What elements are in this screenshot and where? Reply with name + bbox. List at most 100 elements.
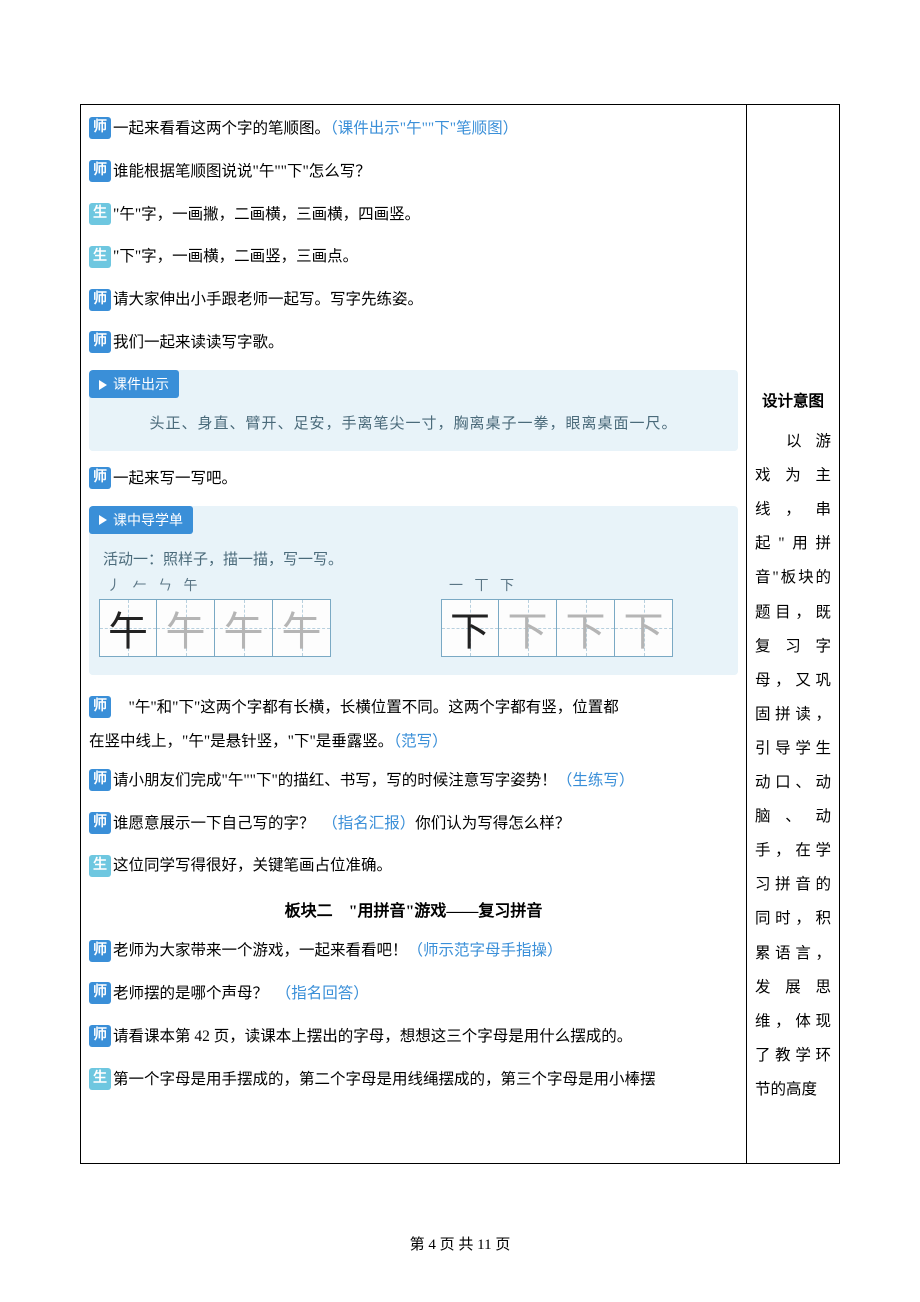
student-line-3: 生这位同学写得很好，关键笔画占位准确。 [89,854,738,879]
panel-head-text: 课件出示 [113,378,169,393]
stroke-group-xia: 一 丅 下 下 下 下 下 [441,575,673,657]
panel-head-text: 课中导学单 [113,514,183,529]
teacher-line-9: 师老师摆的是哪个声母？ （指名回答） [89,982,738,1007]
section-title: 板块二 "用拼音"游戏——复习拼音 [89,897,738,921]
line-text: "下"字，一画横，二画竖，三画点。 [113,248,358,265]
line-text: 请大家伸出小手跟老师一起写。写字先练姿。 [113,291,423,308]
line-text: 谁能根据笔顺图说说"午""下"怎么写？ [113,163,371,180]
tian-cell: 下 [499,599,557,657]
page-current: 4 [428,1237,436,1253]
content-frame: 师一起来看看这两个字的笔顺图。（课件出示"午""下"笔顺图） 师谁能根据笔顺图说… [80,104,840,1164]
stroke-order-hint: 丿 𠂉 ㄣ 午 [107,575,331,595]
practice-char-trace: 下 [566,599,606,657]
line-text: 一起来写一写吧。 [113,470,237,487]
student-tag-icon: 生 [89,1068,111,1090]
practice-char-trace: 午 [282,599,322,657]
stroke-order-hint: 一 丅 下 [449,575,673,595]
inline-note: （师示范字母手指操） [408,942,563,959]
line-text: 你们认为写得怎么样？ [415,815,570,832]
teacher-tag-icon: 师 [89,331,111,353]
tian-cell: 下 [557,599,615,657]
footer-suffix: 页 [492,1237,511,1253]
sidebar-column: 设计意图 以游戏为主线，串起"用拼音"板块的题目，既复习字母，又巩固拼读，引导学… [747,105,839,1163]
footer-middle: 页 共 [436,1237,477,1253]
play-icon [99,515,107,525]
student-line-4: 生第一个字母是用手摆成的，第二个字母是用线绳摆成的，第三个字母是用小棒摆 [89,1068,738,1093]
teacher-tag-icon: 师 [89,1025,111,1047]
tian-cell: 午 [215,599,273,657]
sidebar-body: 以游戏为主线，串起"用拼音"板块的题目，既复习字母，又巩固拼读，引导学生动口、动… [755,425,831,1107]
practice-char-trace: 下 [508,599,548,657]
teacher-tag-icon: 师 [89,812,111,834]
page-container: 师一起来看看这两个字的笔顺图。（课件出示"午""下"笔顺图） 师谁能根据笔顺图说… [0,0,920,1224]
main-column: 师一起来看看这两个字的笔顺图。（课件出示"午""下"笔顺图） 师谁能根据笔顺图说… [81,105,747,1163]
practice-char: 下 [450,599,490,657]
writing-posture-rhyme: 头正、身直、臂开、足安，手离笔尖一寸，胸离桌子一拳，眼离桌面一尺。 [99,412,728,433]
footer-prefix: 第 [410,1237,429,1253]
teacher-line-1: 师一起来看看这两个字的笔顺图。（课件出示"午""下"笔顺图） [89,117,738,142]
line-text: 第一个字母是用手摆成的，第二个字母是用线绳摆成的，第三个字母是用小棒摆 [113,1071,656,1088]
sidebar-title: 设计意图 [755,385,831,419]
line-text: 请看课本第 42 页，读课本上摆出的字母，想想这三个字母是用什么摆成的。 [113,1028,632,1045]
teacher-tag-icon: 师 [89,467,111,489]
para-text: 在竖中线上，"午"是悬针竖，"下"是垂露竖。 [89,733,393,750]
line-text: 老师为大家带来一个游戏，一起来看看吧！ [113,942,408,959]
line-text: 这位同学写得很好，关键笔画占位准确。 [113,857,392,874]
line-text: 老师摆的是哪个声母？ [113,985,284,1002]
teacher-paragraph-1: 师 "午"和"下"这两个字都有长横，长横位置不同。这两个字都有竖，位置都 在竖中… [89,691,738,759]
tian-grid-row: 下 下 下 下 [441,599,673,657]
play-icon [99,380,107,390]
tian-cell: 午 [157,599,215,657]
student-line-2: 生"下"字，一画横，二画竖，三画点。 [89,245,738,270]
tian-cell: 下 [441,599,499,657]
courseware-panel: 课件出示 头正、身直、臂开、足安，手离笔尖一寸，胸离桌子一拳，眼离桌面一尺。 [89,370,738,451]
panel-body: 活动一：照样子，描一描，写一写。 丿 𠂉 ㄣ 午 午 午 午 午 [89,534,738,675]
tian-cell: 午 [99,599,157,657]
tian-cell: 下 [615,599,673,657]
teacher-line-5: 师一起来写一写吧。 [89,467,738,492]
inline-note: （范写） [393,733,447,750]
line-text: 一起来看看这两个字的笔顺图。 [113,120,330,137]
teacher-tag-icon: 师 [89,769,111,791]
tian-cell: 午 [273,599,331,657]
para-text: "午"和"下"这两个字都有长横，长横位置不同。这两个字都有竖，位置都 [113,699,619,716]
inline-note: （指名汇报） [330,815,415,832]
panel-header: 课件出示 [89,370,179,398]
panel-body: 头正、身直、臂开、足安，手离笔尖一寸，胸离桌子一拳，眼离桌面一尺。 [89,398,738,451]
student-tag-icon: 生 [89,855,111,877]
teacher-line-7: 师谁愿意展示一下自己写的字？ （指名汇报）你们认为写得怎么样？ [89,812,738,837]
practice-char-trace: 午 [224,599,264,657]
teacher-line-8: 师老师为大家带来一个游戏，一起来看看吧！（师示范字母手指操） [89,939,738,964]
teacher-tag-icon: 师 [89,289,111,311]
page-total: 11 [477,1237,491,1253]
teacher-line-10: 师请看课本第 42 页，读课本上摆出的字母，想想这三个字母是用什么摆成的。 [89,1025,738,1050]
line-text: 我们一起来读读写字歌。 [113,334,284,351]
inline-note: （指名回答） [284,985,369,1002]
inline-note: （课件出示"午""下"笔顺图） [330,120,518,137]
practice-char-trace: 午 [166,599,206,657]
student-line-1: 生"午"字，一画撇，二画横，三画横，四画竖。 [89,203,738,228]
teacher-line-3: 师请大家伸出小手跟老师一起写。写字先练姿。 [89,288,738,313]
teacher-tag-icon: 师 [89,696,111,718]
teacher-tag-icon: 师 [89,160,111,182]
teacher-tag-icon: 师 [89,940,111,962]
tian-grid-row: 午 午 午 午 [99,599,331,657]
page-footer: 第 4 页 共 11 页 [0,1233,920,1254]
practice-char: 午 [108,599,148,657]
line-text: 请小朋友们完成"午""下"的描红、书写，写的时候注意写字姿势！ [113,772,557,789]
activity-label: 活动一：照样子，描一描，写一写。 [103,548,728,569]
teacher-line-4: 师我们一起来读读写字歌。 [89,331,738,356]
stroke-group-wu: 丿 𠂉 ㄣ 午 午 午 午 午 [99,575,331,657]
teacher-tag-icon: 师 [89,117,111,139]
stroke-practice-row: 丿 𠂉 ㄣ 午 午 午 午 午 一 丅 下 [99,575,728,657]
teacher-tag-icon: 师 [89,982,111,1004]
student-tag-icon: 生 [89,246,111,268]
line-text: 谁愿意展示一下自己写的字？ [113,815,330,832]
practice-char-trace: 下 [624,599,664,657]
teacher-line-6: 师请小朋友们完成"午""下"的描红、书写，写的时候注意写字姿势！（生练写） [89,769,738,794]
teacher-line-2: 师谁能根据笔顺图说说"午""下"怎么写？ [89,160,738,185]
panel-header: 课中导学单 [89,506,193,534]
worksheet-panel: 课中导学单 活动一：照样子，描一描，写一写。 丿 𠂉 ㄣ 午 午 午 午 [89,506,738,675]
student-tag-icon: 生 [89,203,111,225]
inline-note: （生练写） [557,772,635,789]
